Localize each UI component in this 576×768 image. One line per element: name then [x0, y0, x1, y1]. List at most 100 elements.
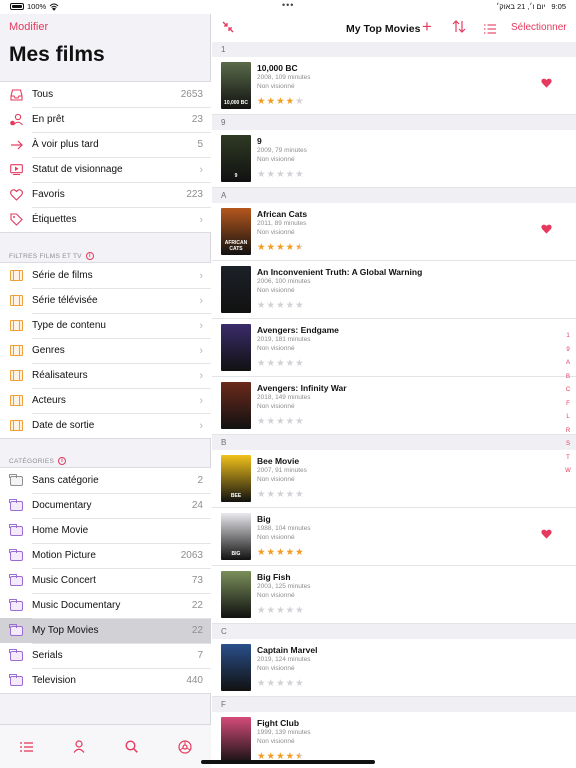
info-icon[interactable]: i	[58, 457, 67, 465]
movie-row[interactable]: 9 9 2009, 79 minutes Non visionné ★ ★ ★ ★ ★	[212, 130, 576, 188]
star-icon: ★	[285, 300, 295, 311]
star-icon: ★	[295, 416, 304, 427]
tag-icon	[9, 213, 23, 227]
index-letter[interactable]: R	[562, 425, 574, 439]
filter-item-r-alisateurs[interactable]: Réalisateurs ›	[0, 363, 211, 388]
sidebar: Modifier Mes films Tous 2653 En prêt 23 À vo…	[0, 14, 211, 768]
index-letter[interactable]: C	[562, 384, 574, 398]
list-icon[interactable]	[16, 737, 36, 757]
category-item-television[interactable]: Television 440	[0, 668, 211, 693]
category-item-serials[interactable]: Serials 7	[0, 643, 211, 668]
row-label: Serials	[32, 650, 63, 661]
movie-poster	[221, 571, 251, 618]
row-count: 2	[197, 475, 203, 486]
view-options-icon[interactable]	[484, 21, 496, 39]
rating-stars[interactable]: ★ ★ ★ ★ ★	[257, 170, 304, 180]
section-index[interactable]: 19ABCFLRSTW	[562, 330, 574, 479]
category-item-motion-picture[interactable]: Motion Picture 2063	[0, 543, 211, 568]
movie-row[interactable]: 10,000 BC 10,000 BC 2008, 109 minutes Non v…	[212, 57, 576, 115]
movie-row[interactable]: AFRICAN CATS African Cats 2011, 89 minutes…	[212, 203, 576, 261]
category-item-home-movie[interactable]: Home Movie	[0, 518, 211, 543]
rating-stars[interactable]: ★ ★ ★ ★ ★	[257, 417, 304, 427]
sidebar-item--tiquettes[interactable]: Étiquettes ›	[0, 207, 211, 232]
edit-button[interactable]: Modifier	[9, 21, 48, 33]
category-item-documentary[interactable]: Documentary 24	[0, 493, 211, 518]
movie-row[interactable]: An Inconvenient Truth: A Global Warning 2…	[212, 261, 576, 319]
filter-item-acteurs[interactable]: Acteurs ›	[0, 388, 211, 413]
section-header: F	[212, 697, 576, 712]
categories-header: CATÉGORIES i	[9, 457, 67, 465]
row-count: 22	[191, 625, 203, 636]
movie-title: An Inconvenient Truth: A Global Warning	[257, 267, 423, 277]
sort-icon[interactable]	[452, 20, 466, 38]
sidebar-item-statut-de-visionnage[interactable]: Statut de visionnage ›	[0, 157, 211, 182]
category-item-music-concert[interactable]: Music Concert 73	[0, 568, 211, 593]
index-letter[interactable]: 9	[562, 344, 574, 358]
row-label: Réalisateurs	[32, 370, 88, 381]
index-letter[interactable]: L	[562, 411, 574, 425]
movie-list: 1 10,000 BC 10,000 BC 2008, 109 minutes Non …	[212, 42, 576, 768]
rating-stars[interactable]: ★ ★ ★ ★ ★	[257, 243, 304, 253]
rating-stars[interactable]: ★ ★ ★ ★ ★	[257, 359, 304, 369]
settings-icon[interactable]	[175, 737, 195, 757]
chevron-right-icon: ›	[199, 319, 203, 332]
add-button[interactable]: +	[422, 18, 432, 35]
category-item-sans-cat-gorie[interactable]: Sans catégorie 2	[0, 468, 211, 493]
row-label: Home Movie	[32, 525, 89, 536]
index-letter[interactable]: S	[562, 438, 574, 452]
rating-stars[interactable]: ★ ★ ★ ★ ★	[257, 679, 304, 689]
index-letter[interactable]: T	[562, 452, 574, 466]
category-item-my-top-movies[interactable]: My Top Movies 22	[0, 618, 211, 643]
list-title: My Top Movies	[346, 23, 421, 35]
home-indicator[interactable]	[201, 760, 375, 764]
index-letter[interactable]: W	[562, 465, 574, 479]
rating-stars[interactable]: ★ ★ ★ ★ ★	[257, 606, 304, 616]
star-icon: ★	[276, 547, 285, 558]
filter-item-date-de-sortie[interactable]: Date de sortie ›	[0, 413, 211, 438]
favorite-heart-icon[interactable]	[541, 526, 553, 539]
index-letter[interactable]: B	[562, 371, 574, 385]
movie-row[interactable]: BIG Big 1988, 104 minutes Non visionné ★ ★ ★ ★ ★	[212, 508, 576, 566]
rating-stars[interactable]: ★ ★ ★ ★ ★	[257, 490, 304, 500]
filter-item-genres[interactable]: Genres ›	[0, 338, 211, 363]
collapse-icon[interactable]	[222, 20, 234, 38]
info-icon[interactable]: i	[85, 252, 94, 260]
category-item-music-documentary[interactable]: Music Documentary 22	[0, 593, 211, 618]
movie-row[interactable]: BEE Bee Movie 2007, 91 minutes Non visionné…	[212, 450, 576, 508]
search-icon[interactable]	[122, 737, 142, 757]
row-count: 7	[197, 650, 203, 661]
star-icon: ★	[295, 242, 304, 253]
filter-item-s-rie-t-l-vis-e[interactable]: Série télévisée ›	[0, 288, 211, 313]
star-icon: ★	[266, 678, 276, 689]
movie-meta: 2018, 149 minutes	[257, 394, 311, 401]
filter-item-s-rie-de-films[interactable]: Série de films ›	[0, 263, 211, 288]
person-icon[interactable]	[69, 737, 89, 757]
movie-poster	[221, 266, 251, 313]
sidebar-item-en-pr-t[interactable]: En prêt 23	[0, 107, 211, 132]
index-letter[interactable]: 1	[562, 330, 574, 344]
movie-status: Non visionné	[257, 287, 295, 294]
filter-item-type-de-contenu[interactable]: Type de contenu ›	[0, 313, 211, 338]
rating-stars[interactable]: ★ ★ ★ ★ ★	[257, 548, 304, 558]
select-button[interactable]: Sélectionner	[511, 22, 567, 33]
favorite-heart-icon[interactable]	[541, 75, 553, 88]
rating-stars[interactable]: ★ ★ ★ ★ ★	[257, 97, 304, 107]
sidebar-item--voir-plus-tard[interactable]: À voir plus tard 5	[0, 132, 211, 157]
sidebar-item-favoris[interactable]: Favoris 223	[0, 182, 211, 207]
row-label: À voir plus tard	[32, 139, 99, 150]
index-letter[interactable]: F	[562, 398, 574, 412]
movie-row[interactable]: Avengers: Endgame 2019, 181 minutes Non vi…	[212, 319, 576, 377]
movie-meta: 2007, 91 minutes	[257, 467, 307, 474]
chevron-right-icon: ›	[199, 213, 203, 226]
categories-group: Sans catégorie 2 Documentary 24 Home Movie Mo…	[0, 467, 211, 694]
movie-row[interactable]: Captain Marvel 2019, 124 minutes Non visio…	[212, 639, 576, 697]
index-letter[interactable]: A	[562, 357, 574, 371]
chevron-right-icon: ›	[199, 294, 203, 307]
movie-row[interactable]: Avengers: Infinity War 2018, 149 minutes N…	[212, 377, 576, 435]
movie-row[interactable]: Big Fish 2003, 125 minutes Non visionné ★ ★ ★…	[212, 566, 576, 624]
row-label: Music Concert	[32, 575, 96, 586]
rating-stars[interactable]: ★ ★ ★ ★ ★	[257, 301, 304, 311]
multitasking-dots[interactable]: •••	[282, 0, 294, 10]
sidebar-item-tous[interactable]: Tous 2653	[0, 82, 211, 107]
favorite-heart-icon[interactable]	[541, 221, 553, 234]
